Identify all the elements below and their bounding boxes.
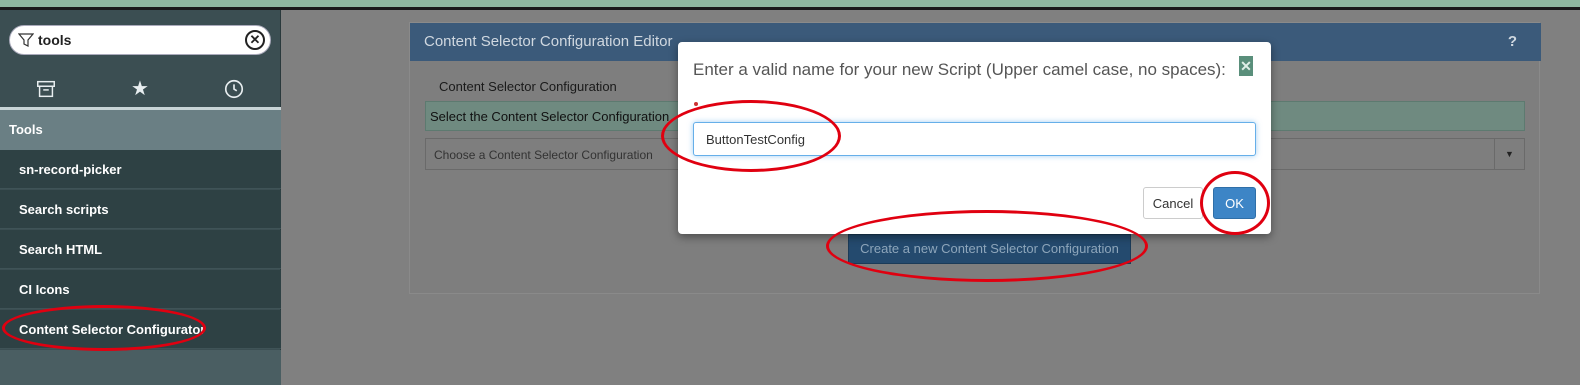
top-banner [0,0,1580,10]
cancel-button[interactable]: Cancel [1143,187,1203,219]
script-name-input[interactable] [693,122,1256,156]
star-icon[interactable]: ★ [125,74,155,104]
chevron-down-icon[interactable]: ▼ [1494,139,1524,169]
dialog-title: Enter a valid name for your new Script (… [693,60,1226,79]
sidebar-item-ci-icons[interactable]: CI Icons [0,270,281,309]
sidebar-item-sn-record-picker[interactable]: sn-record-picker [0,150,281,189]
sidebar-item-search-scripts[interactable]: Search scripts [0,190,281,229]
sidebar-item-search-html[interactable]: Search HTML [0,230,281,269]
sidebar-item-content-selector-configurator[interactable]: Content Selector Configurator [0,310,281,349]
section-title: Tools [0,110,281,150]
filter-icon [18,33,34,47]
filter-box: ✕ [9,25,271,55]
archive-icon[interactable] [31,74,61,104]
panel-title: Content Selector Configuration Editor [424,33,673,50]
clear-circle-icon[interactable]: ✕ [245,30,265,50]
ok-button[interactable]: OK [1213,187,1256,219]
clock-icon[interactable] [219,74,249,104]
config-label: Content Selector Configuration [439,79,617,94]
sidebar: ✕ ★ Tools sn-record-picker Search script… [0,10,281,385]
filter-input[interactable] [38,30,238,50]
dropdown-placeholder: Choose a Content Selector Configuration [434,148,653,162]
new-script-dialog: Enter a valid name for your new Script (… [678,42,1271,234]
required-marker [694,102,698,106]
close-icon[interactable]: ✕ [1239,56,1253,76]
create-config-button[interactable]: Create a new Content Selector Configurat… [848,234,1131,264]
help-icon[interactable]: ? [1508,33,1517,50]
sidebar-footer [0,350,281,385]
nav-icon-bar: ★ [0,70,281,110]
